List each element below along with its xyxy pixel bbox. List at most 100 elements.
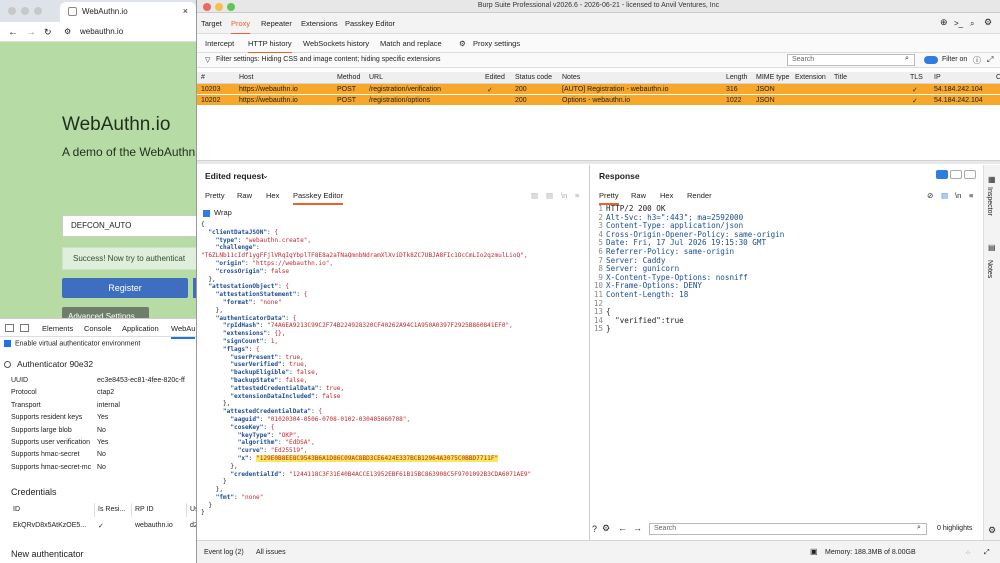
subtab-intercept[interactable]: Intercept <box>205 39 234 48</box>
newline-icon[interactable]: \n <box>955 191 961 200</box>
filter-toggle[interactable] <box>924 56 938 64</box>
menu-icon[interactable]: ≡ <box>575 191 579 200</box>
history-column-header[interactable]: C <box>996 74 1000 81</box>
settings-gear-icon[interactable]: ⚙ <box>602 523 610 534</box>
forward-icon[interactable]: → <box>26 27 36 38</box>
username-input[interactable]: DEFCON_AUTO <box>62 215 200 237</box>
history-column-header[interactable]: IP <box>934 74 941 81</box>
browser-tab[interactable]: WebAuthn.io × <box>60 2 196 22</box>
inspect-element-icon[interactable] <box>5 324 14 332</box>
history-search-input[interactable]: Search <box>787 54 915 66</box>
help-icon[interactable]: ⓘ <box>973 55 981 66</box>
reload-icon[interactable]: ↻ <box>44 27 52 38</box>
chevron-down-icon[interactable]: ⌄ <box>262 171 269 180</box>
format-icon[interactable]: ▤ <box>546 191 553 200</box>
tab-passkey-editor[interactable]: Passkey Editor <box>345 19 395 28</box>
side-tab-inspector[interactable]: Inspector <box>986 187 993 216</box>
register-button[interactable]: Register <box>62 278 188 298</box>
zoom-window-dot[interactable] <box>227 3 235 11</box>
resp-tab-pretty[interactable]: Pretty <box>599 191 619 205</box>
history-row[interactable]: 10203 https://webauthn.io POST/registratio… <box>197 84 1000 94</box>
history-column-header[interactable]: Title <box>834 74 847 81</box>
close-window-dot[interactable] <box>203 3 211 11</box>
notes-icon[interactable]: ▤ <box>988 243 996 252</box>
next-icon[interactable]: → <box>633 523 642 533</box>
side-tab-notes[interactable]: Notes <box>986 260 993 278</box>
history-column-header[interactable]: Notes <box>562 74 580 81</box>
filter-settings-text[interactable]: Filter settings: Hiding CSS and image co… <box>216 56 441 63</box>
newline-icon[interactable]: \n <box>561 191 567 200</box>
devtools-tab-console[interactable]: Console <box>84 324 112 333</box>
history-row[interactable]: 10202 https://webauthn.io POST/registratio… <box>197 94 1000 105</box>
response-body[interactable]: 1 HTTP/2 200 OK 2 Alt-Svc: h3=":443"; ma=25… <box>591 204 981 334</box>
zoom-window-dot[interactable] <box>34 7 42 15</box>
expand-icon[interactable]: ⤢ <box>987 55 993 65</box>
cred-cell-id[interactable]: EkQRvD8x5AtKzOE5... <box>10 519 89 532</box>
history-column-header[interactable]: Extension <box>795 74 826 81</box>
history-column-header[interactable]: Host <box>239 74 253 81</box>
advanced-settings-button[interactable]: Advanced Settings <box>62 307 149 318</box>
history-column-header[interactable]: Status code <box>515 74 552 81</box>
history-column-header[interactable]: URL <box>369 74 383 81</box>
tab-proxy[interactable]: Proxy <box>231 19 251 35</box>
subtab-match-replace[interactable]: Match and replace <box>380 39 442 48</box>
site-info-icon[interactable]: ⚙ <box>64 27 71 36</box>
history-column-header[interactable]: Method <box>337 74 360 81</box>
devtools-tab-webauthn[interactable]: WebAu <box>171 324 196 339</box>
terminal-icon[interactable]: >_ <box>954 19 963 28</box>
wrap-row[interactable]: Wrap <box>203 208 232 217</box>
menu-icon[interactable]: ≡ <box>969 191 973 200</box>
search-icon[interactable]: ⌕ <box>970 19 974 29</box>
history-column-header[interactable]: TLS <box>910 74 923 81</box>
tab-target[interactable]: Target <box>201 19 222 28</box>
resp-tab-hex[interactable]: Hex <box>660 191 673 200</box>
hide-icon[interactable]: ⊘ <box>927 191 933 200</box>
pane-splitter[interactable] <box>197 160 1000 164</box>
inspector-icon[interactable]: ▦ <box>988 175 996 184</box>
help-icon[interactable]: ? <box>592 524 597 534</box>
event-log-link[interactable]: Event log (2) <box>204 549 244 556</box>
devtools-tab-application[interactable]: Application <box>122 324 159 333</box>
devtools-tab-elements[interactable]: Elements <box>42 324 73 333</box>
history-column-header[interactable]: Length <box>726 74 747 81</box>
resp-tab-render[interactable]: Render <box>687 191 712 200</box>
history-column-header[interactable]: MIME type <box>756 74 789 81</box>
resp-tab-raw[interactable]: Raw <box>631 191 646 200</box>
subtab-http-history[interactable]: HTTP history <box>248 39 292 54</box>
all-issues-link[interactable]: All issues <box>256 549 286 556</box>
url-field[interactable]: webauthn.io <box>80 27 123 36</box>
single-view-icon[interactable] <box>964 170 976 179</box>
subtab-websockets-history[interactable]: WebSockets history <box>303 39 369 48</box>
expand-icon[interactable]: ⤢ <box>984 549 990 557</box>
back-icon[interactable]: ← <box>8 27 18 38</box>
active-radio[interactable] <box>4 361 11 369</box>
previous-icon[interactable]: ← <box>618 523 627 533</box>
req-tab-pretty[interactable]: Pretty <box>205 191 225 200</box>
enable-authenticator-row[interactable]: Enable virtual authenticator environment <box>4 340 140 347</box>
req-tab-passkey-editor[interactable]: Passkey Editor <box>293 191 344 205</box>
history-column-header[interactable]: # <box>201 74 205 81</box>
settings-gear-icon[interactable]: ⚙ <box>984 17 992 28</box>
format-icon[interactable]: ▤ <box>941 191 948 200</box>
tab-extensions[interactable]: Extensions <box>301 19 338 28</box>
minimize-window-dot[interactable] <box>21 7 29 15</box>
globe-icon[interactable]: ⊕ <box>940 17 948 28</box>
horizontal-view-icon[interactable] <box>950 170 962 179</box>
close-tab-icon[interactable]: × <box>183 6 188 16</box>
network-icon[interactable]: ⁘ <box>965 549 971 557</box>
req-tab-raw[interactable]: Raw <box>237 191 252 200</box>
tab-repeater[interactable]: Repeater <box>261 19 292 28</box>
split-view-icon[interactable] <box>936 170 948 179</box>
passkey-json-editor[interactable]: { "clientDataJSON": { "type": "webauthn.… <box>201 221 586 521</box>
no-wrap-icon[interactable]: ▤ <box>531 191 538 200</box>
settings-gear-icon[interactable]: ⚙ <box>988 525 996 536</box>
history-column-header[interactable]: Edited <box>485 74 505 81</box>
minimize-window-dot[interactable] <box>215 3 223 11</box>
req-tab-hex[interactable]: Hex <box>266 191 279 200</box>
enable-checkbox[interactable] <box>4 340 11 347</box>
device-toolbar-icon[interactable] <box>20 324 29 332</box>
filter-bar[interactable]: ▽ Filter settings: Hiding CSS and image … <box>197 53 1000 68</box>
response-search-input[interactable]: Search <box>649 523 927 535</box>
close-window-dot[interactable] <box>8 7 16 15</box>
proxy-settings-link[interactable]: Proxy settings <box>473 39 520 48</box>
